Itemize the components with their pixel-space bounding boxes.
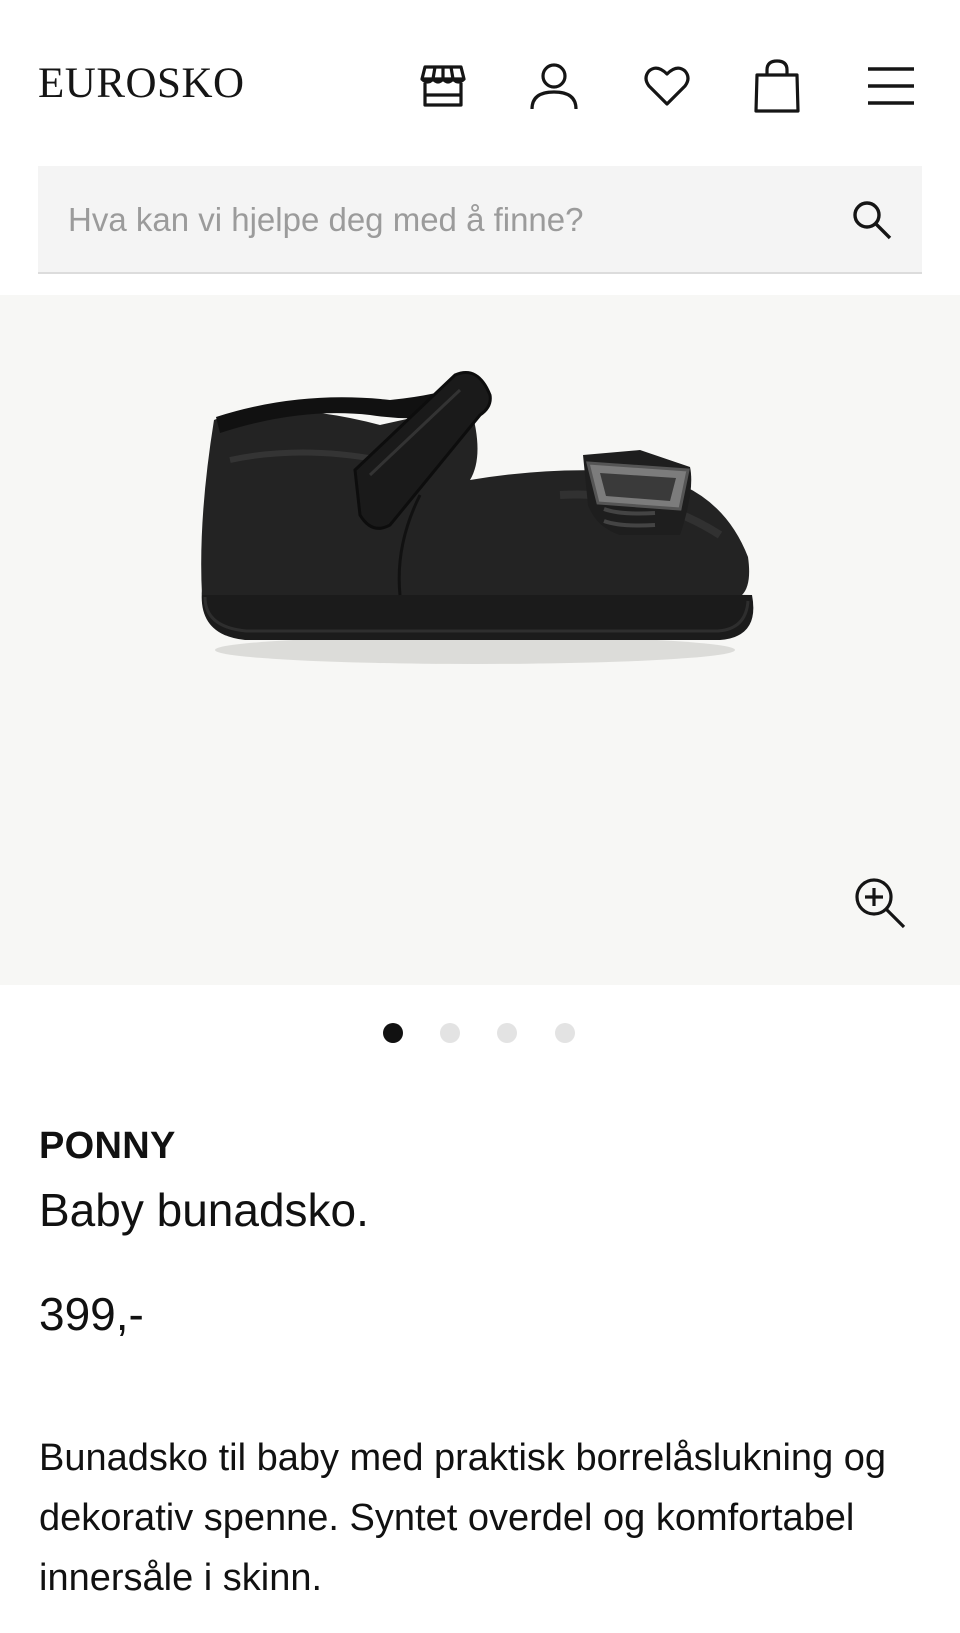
user-icon[interactable] <box>528 58 580 114</box>
site-header: EUROSKO <box>0 0 960 165</box>
product-name: Baby bunadsko. <box>39 1184 369 1236</box>
gallery-dot-4[interactable] <box>555 1023 575 1043</box>
bag-icon[interactable] <box>751 58 803 114</box>
gallery-dot-2[interactable] <box>440 1023 460 1043</box>
product-price: 399,- <box>39 1288 144 1340</box>
search-bar <box>38 166 922 274</box>
menu-icon[interactable] <box>865 58 917 114</box>
search-icon[interactable] <box>850 198 894 242</box>
gallery-dot-3[interactable] <box>497 1023 517 1043</box>
product-image <box>201 371 754 664</box>
product-brand[interactable]: PONNY <box>39 1125 176 1168</box>
product-image-gallery[interactable] <box>0 295 960 985</box>
gallery-dot-1[interactable] <box>383 1023 403 1043</box>
zoom-in-icon[interactable] <box>852 875 908 931</box>
heart-icon[interactable] <box>641 58 693 114</box>
product-description: Bunadsko til baby med praktisk borrelåsl… <box>39 1437 887 1599</box>
eurosko-logo[interactable]: EUROSKO <box>38 62 245 105</box>
store-icon[interactable] <box>417 58 469 114</box>
gallery-pagination <box>0 1023 960 1043</box>
search-input[interactable] <box>66 166 830 274</box>
